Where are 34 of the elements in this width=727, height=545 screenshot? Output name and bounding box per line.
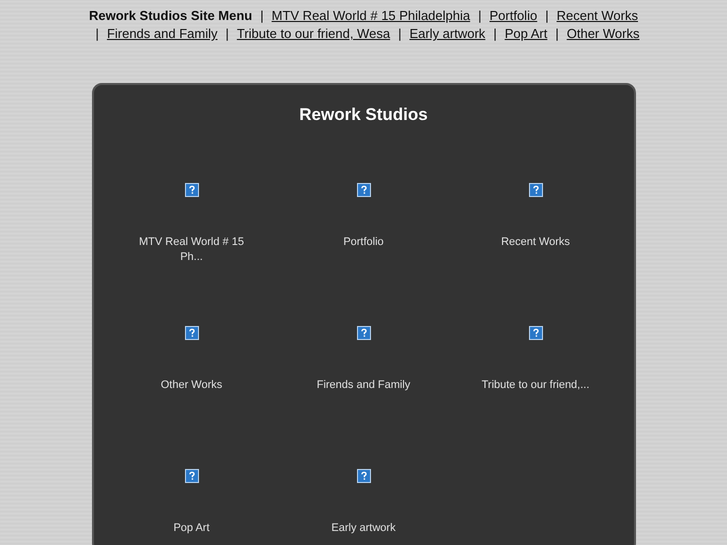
broken-image-icon[interactable]: [184, 469, 198, 483]
menu-link[interactable]: Portfolio: [490, 7, 538, 25]
menu-link[interactable]: Other Works: [566, 25, 640, 43]
menu-link[interactable]: Firends and Family: [106, 25, 218, 43]
separator: |: [478, 7, 482, 25]
broken-image-icon[interactable]: [528, 183, 542, 197]
broken-image-icon[interactable]: [356, 326, 370, 340]
panel-title: Rework Studios: [298, 104, 429, 125]
menu-link[interactable]: Tribute to our friend, Wesa: [236, 25, 390, 43]
gallery-link[interactable]: Tribute to our friend,...: [480, 378, 590, 393]
broken-image-icon[interactable]: [184, 183, 198, 197]
gallery-link[interactable]: Recent Works: [480, 235, 590, 250]
menu-link[interactable]: Pop Art: [504, 25, 548, 43]
separator: |: [225, 25, 229, 43]
separator: |: [545, 7, 549, 25]
menu-link[interactable]: MTV Real World # 15 Philadelphia: [272, 7, 470, 25]
gallery-link[interactable]: Early artwork: [308, 521, 418, 536]
gallery-link[interactable]: Other Works: [136, 378, 246, 393]
broken-image-icon[interactable]: [356, 183, 370, 197]
separator: |: [555, 25, 559, 43]
separator: |: [96, 25, 99, 43]
menu-link[interactable]: Recent Works: [556, 7, 638, 25]
gallery-link[interactable]: MTV Real World # 15 Ph...: [136, 235, 246, 265]
gallery-link[interactable]: Pop Art: [136, 521, 246, 536]
broken-image-icon[interactable]: [528, 326, 542, 340]
separator: |: [260, 7, 264, 25]
broken-image-icon[interactable]: [184, 326, 198, 340]
separator: |: [493, 25, 497, 43]
gallery-link[interactable]: Firends and Family: [308, 378, 418, 393]
separator: |: [398, 25, 402, 43]
menu-title: Rework Studios Site Menu: [88, 7, 252, 25]
broken-image-icon[interactable]: [356, 469, 370, 483]
gallery-link[interactable]: Portfolio: [308, 235, 418, 250]
menu-link[interactable]: Early artwork: [409, 25, 486, 43]
